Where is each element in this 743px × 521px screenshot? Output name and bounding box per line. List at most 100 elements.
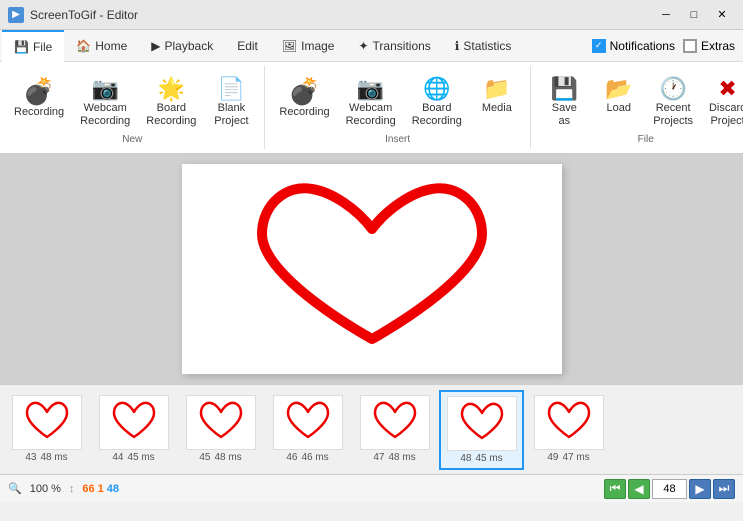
- tab-statistics[interactable]: ℹ Statistics: [443, 30, 524, 62]
- film-frame-49[interactable]: 49 47 ms: [526, 390, 611, 470]
- notifications-toggle[interactable]: ✓ Notifications: [592, 39, 675, 53]
- file-group-label: File: [638, 132, 654, 145]
- heart-canvas: [212, 169, 532, 369]
- extras-checkbox[interactable]: [683, 39, 697, 53]
- insert-recording-label: Recording: [279, 106, 329, 119]
- frame-current: 1: [98, 483, 104, 495]
- blank-label: BlankProject: [214, 102, 248, 128]
- navigation-controls: ⏮ ◀ ▶ ⏭: [604, 479, 735, 499]
- frame-max: 48: [107, 483, 119, 495]
- frame-ms-48: 45 ms: [475, 453, 502, 464]
- image-tab-icon: 🖼: [282, 39, 297, 53]
- recording-button[interactable]: 💣 Recording: [8, 74, 70, 123]
- tab-transitions[interactable]: ✦ Transitions: [346, 30, 442, 62]
- media-button[interactable]: 📁 Media: [472, 74, 522, 119]
- zoom-separator: ↕: [69, 483, 75, 495]
- frame-number-input[interactable]: [652, 479, 687, 499]
- frame-num-49: 49: [547, 452, 558, 463]
- tab-home-label: Home: [95, 39, 127, 53]
- load-button[interactable]: 📂 Load: [594, 74, 644, 119]
- insert-webcam-button[interactable]: 📷 WebcamRecording: [340, 74, 402, 132]
- webcam-label: WebcamRecording: [80, 102, 130, 128]
- blank-project-button[interactable]: 📄 BlankProject: [206, 74, 256, 132]
- film-frame-46[interactable]: 46 46 ms: [265, 390, 350, 470]
- insert-board-label: BoardRecording: [412, 102, 462, 128]
- notifications-checkbox[interactable]: ✓: [592, 39, 606, 53]
- frame-ms-46: 46 ms: [301, 452, 328, 463]
- extras-toggle[interactable]: Extras: [683, 39, 735, 53]
- frame-num-47: 47: [373, 452, 384, 463]
- recording-icon: 💣: [23, 78, 55, 104]
- ribbon-group-file: 💾 Save as 📂 Load 🕐 RecentProjects ✖ Disc…: [531, 66, 743, 149]
- tab-playback[interactable]: ▶ Playback: [139, 30, 225, 62]
- film-frame-43[interactable]: 43 48 ms: [4, 390, 89, 470]
- frame-ms-45: 48 ms: [214, 452, 241, 463]
- frame-thumbnail-47: [360, 395, 430, 450]
- film-frame-48[interactable]: 48 45 ms: [439, 390, 524, 470]
- film-frame-44[interactable]: 44 45 ms: [91, 390, 176, 470]
- tab-edit[interactable]: Edit: [225, 30, 270, 62]
- nav-forward[interactable]: ▶: [689, 479, 711, 499]
- discard-icon: ✖: [718, 78, 736, 100]
- insert-recording-button[interactable]: 💣 Recording: [273, 74, 335, 123]
- frame-count-display: 66 1 48: [82, 483, 119, 495]
- home-tab-icon: 🏠: [76, 39, 91, 53]
- ribbon-tabs: 💾 File 🏠 Home ▶ Playback Edit 🖼 Image ✦ …: [0, 30, 743, 62]
- frame-info-45: 45 48 ms: [199, 452, 241, 463]
- tab-file[interactable]: 💾 File: [2, 30, 64, 62]
- recent-projects-button[interactable]: 🕐 RecentProjects: [648, 74, 699, 132]
- insert-recording-icon: 💣: [288, 78, 320, 104]
- save-as-button[interactable]: 💾 Save as: [539, 74, 590, 132]
- discard-label: DiscardProject: [709, 102, 743, 128]
- film-frame-45[interactable]: 45 48 ms: [178, 390, 263, 470]
- nav-back-start[interactable]: ⏮: [604, 479, 626, 499]
- nav-forward-end[interactable]: ⏭: [713, 479, 735, 499]
- close-button[interactable]: ✕: [709, 5, 735, 25]
- tab-edit-label: Edit: [237, 39, 258, 53]
- file-group-items: 💾 Save as 📂 Load 🕐 RecentProjects ✖ Disc…: [539, 70, 743, 132]
- insert-group-items: 💣 Recording 📷 WebcamRecording 🌐 BoardRec…: [273, 70, 521, 132]
- frame-info-43: 43 48 ms: [25, 452, 67, 463]
- tab-image-label: Image: [301, 39, 334, 53]
- webcam-recording-button[interactable]: 📷 WebcamRecording: [74, 74, 136, 132]
- extras-label: Extras: [701, 39, 735, 53]
- film-frame-47[interactable]: 47 48 ms: [352, 390, 437, 470]
- frame-info-48: 48 45 ms: [460, 453, 502, 464]
- frame-info-44: 44 45 ms: [112, 452, 154, 463]
- insert-webcam-icon: 📷: [357, 78, 384, 100]
- frame-num-43: 43: [25, 452, 36, 463]
- maximize-button[interactable]: □: [681, 5, 707, 25]
- filmstrip-frames: 43 48 ms 44 45 ms 45 48 ms: [4, 390, 611, 470]
- main-canvas-area: [0, 154, 743, 384]
- zoom-number: 100: [30, 483, 48, 495]
- new-group-items: 💣 Recording 📷 WebcamRecording 🌟 BoardRec…: [8, 70, 256, 132]
- zoom-percent: %: [51, 483, 61, 495]
- recording-label: Recording: [14, 106, 64, 119]
- board-icon: 🌟: [158, 78, 185, 100]
- frame-thumbnail-48: [447, 396, 517, 451]
- board-recording-button[interactable]: 🌟 BoardRecording: [140, 74, 202, 132]
- ribbon-group-insert: 💣 Recording 📷 WebcamRecording 🌐 BoardRec…: [265, 66, 530, 149]
- board-label: BoardRecording: [146, 102, 196, 128]
- frame-ms-44: 45 ms: [127, 452, 154, 463]
- frame-count: 66: [82, 483, 94, 495]
- filmstrip-scroll: 43 48 ms 44 45 ms 45 48 ms: [0, 385, 615, 474]
- nav-back[interactable]: ◀: [628, 479, 650, 499]
- insert-board-button[interactable]: 🌐 BoardRecording: [406, 74, 468, 132]
- media-icon: 📁: [483, 78, 510, 100]
- frame-thumbnail-45: [186, 395, 256, 450]
- save-as-label: Save as: [545, 102, 584, 128]
- titlebar: ▶ ScreenToGif - Editor ─ □ ✕: [0, 0, 743, 30]
- tab-image[interactable]: 🖼 Image: [270, 30, 347, 62]
- insert-webcam-label: WebcamRecording: [346, 102, 396, 128]
- recent-icon: 🕐: [659, 78, 686, 100]
- ribbon-group-new: 💣 Recording 📷 WebcamRecording 🌟 BoardRec…: [0, 66, 265, 149]
- minimize-button[interactable]: ─: [653, 5, 679, 25]
- canvas-container: [182, 164, 562, 374]
- load-icon: 📂: [605, 78, 632, 100]
- tab-home[interactable]: 🏠 Home: [64, 30, 139, 62]
- app-icon: ▶: [8, 7, 24, 23]
- discard-project-button[interactable]: ✖ DiscardProject: [703, 74, 743, 132]
- statusbar: 🔍 100 % ↕ 66 1 48 ⏮ ◀ ▶ ⏭: [0, 474, 743, 502]
- tab-playback-label: Playback: [165, 39, 214, 53]
